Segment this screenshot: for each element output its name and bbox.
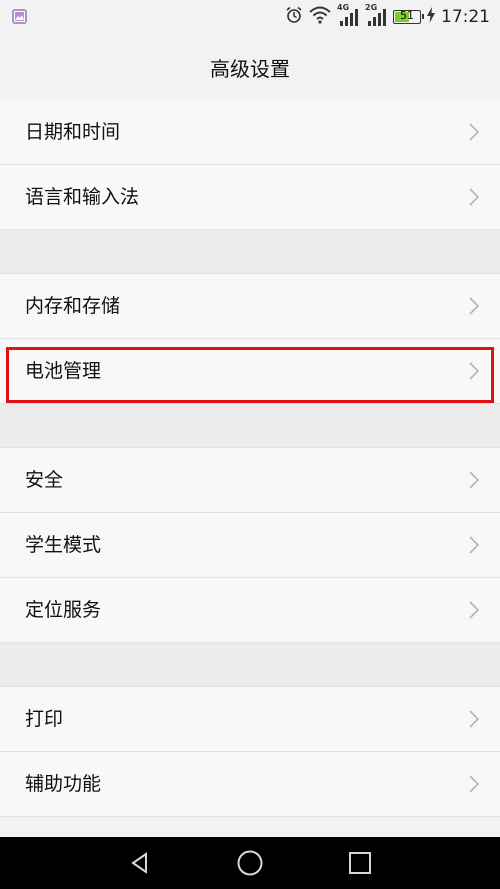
section-divider <box>0 230 500 274</box>
signal-icon: 2G <box>365 3 387 27</box>
chevron-right-icon <box>469 297 480 315</box>
alarm-icon <box>285 6 303 29</box>
settings-item-label: 辅助功能 <box>25 773 102 795</box>
settings-item-accessibility[interactable]: 辅助功能 <box>0 752 500 817</box>
settings-item-print[interactable]: 打印 <box>0 687 500 752</box>
chevron-right-icon <box>469 710 480 728</box>
settings-item-label: 学生模式 <box>25 534 102 556</box>
recents-icon <box>349 852 371 874</box>
wifi-icon <box>309 6 331 29</box>
settings-item-security[interactable]: 安全 <box>0 448 500 513</box>
settings-item-label: 语言和输入法 <box>25 186 140 208</box>
signal-icon: 4G <box>337 3 359 27</box>
chevron-right-icon <box>469 536 480 554</box>
settings-item-battery-management[interactable]: 电池管理 <box>0 339 500 404</box>
section-divider <box>0 643 500 687</box>
settings-item-language-input[interactable]: 语言和输入法 <box>0 165 500 230</box>
back-icon <box>131 852 147 874</box>
settings-item-label: 安全 <box>25 469 64 491</box>
settings-item-label: 日期和时间 <box>25 121 121 143</box>
back-button[interactable] <box>110 837 170 889</box>
settings-item-location-services[interactable]: 定位服务 <box>0 578 500 643</box>
status-bar: 4G 2G 51 17:21 <box>0 0 500 34</box>
chevron-right-icon <box>469 188 480 206</box>
settings-item-label: 电池管理 <box>25 360 102 382</box>
section-divider <box>0 404 500 448</box>
home-icon <box>237 850 263 876</box>
home-button[interactable] <box>220 837 280 889</box>
clock-time: 17:21 <box>441 7 490 27</box>
network-type-label: 4G <box>337 3 350 12</box>
chevron-right-icon <box>469 471 480 489</box>
battery-icon: 51 <box>393 9 424 24</box>
gallery-icon <box>12 9 27 24</box>
chevron-right-icon <box>469 123 480 141</box>
battery-level: 51 <box>400 9 414 22</box>
settings-list: 日期和时间 语言和输入法 内存和存储 电池管理 安全 学生模式 定位服务 打印 … <box>0 100 500 817</box>
chevron-right-icon <box>469 601 480 619</box>
settings-item-student-mode[interactable]: 学生模式 <box>0 513 500 578</box>
settings-item-date-time[interactable]: 日期和时间 <box>0 100 500 165</box>
charging-icon <box>427 6 435 28</box>
network-type-label: 2G <box>365 3 378 12</box>
settings-item-label: 内存和存储 <box>25 295 121 317</box>
recents-button[interactable] <box>330 837 390 889</box>
chevron-right-icon <box>469 775 480 793</box>
chevron-right-icon <box>469 362 480 380</box>
page-title-bar: 高级设置 <box>0 34 500 101</box>
navigation-bar <box>0 837 500 889</box>
settings-item-label: 打印 <box>25 708 64 730</box>
status-icons: 4G 2G 51 17:21 <box>285 3 490 29</box>
settings-item-memory-storage[interactable]: 内存和存储 <box>0 274 500 339</box>
settings-item-label: 定位服务 <box>25 599 102 621</box>
page-title: 高级设置 <box>210 56 290 81</box>
